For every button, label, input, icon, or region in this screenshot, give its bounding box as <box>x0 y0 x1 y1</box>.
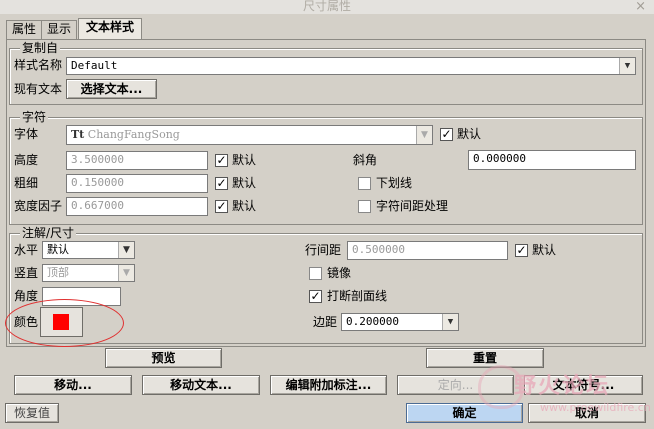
horizontal-select[interactable]: 默认 ▼ <box>42 241 135 259</box>
move-button[interactable]: 移动... <box>14 375 132 395</box>
move-text-button[interactable]: 移动文本... <box>142 375 260 395</box>
select-text-button[interactable]: 选择文本... <box>66 79 157 99</box>
mirror-checkbox[interactable] <box>309 267 322 280</box>
margin-select[interactable]: 0.200000 ▼ <box>341 313 459 331</box>
chevron-down-icon: ▼ <box>442 314 458 330</box>
line-spacing-default-label: 默认 <box>532 243 557 257</box>
existing-text-label: 现有文本 <box>14 82 63 96</box>
watermark-url: www.proewildfire.cn <box>540 401 651 414</box>
horizontal-value: 默认 <box>47 243 69 256</box>
font-select[interactable]: Tt ChangFangSong ▼ <box>66 125 433 145</box>
chevron-down-icon: ▼ <box>118 242 134 258</box>
note-title: 注解/尺寸 <box>20 226 77 240</box>
height-default-checkbox[interactable]: ✓ <box>215 154 228 167</box>
font-default-checkbox[interactable]: ✓ <box>440 128 453 141</box>
margin-label: 边距 <box>313 315 338 329</box>
break-hatch-label: 打断剖面线 <box>327 289 388 303</box>
height-label: 高度 <box>14 153 39 167</box>
thickness-input[interactable]: 0.150000 <box>66 174 208 193</box>
chars-title: 字符 <box>20 110 49 124</box>
font-type-icon: Tt <box>71 128 85 141</box>
line-spacing-label: 行间距 <box>305 243 342 257</box>
color-swatch <box>53 314 69 330</box>
style-name-label: 样式名称 <box>14 58 63 72</box>
margin-value: 0.200000 <box>346 315 399 328</box>
line-spacing-default-checkbox[interactable]: ✓ <box>515 244 528 257</box>
close-icon[interactable]: × <box>635 0 646 14</box>
width-default-label: 默认 <box>232 199 257 213</box>
vertical-value: 顶部 <box>47 266 69 279</box>
horizontal-label: 水平 <box>14 243 39 257</box>
thickness-default-checkbox[interactable]: ✓ <box>215 177 228 190</box>
vertical-select[interactable]: 顶部 ▼ <box>42 264 135 282</box>
thickness-label: 粗细 <box>14 176 39 190</box>
width-default-checkbox[interactable]: ✓ <box>215 200 228 213</box>
slant-label: 斜角 <box>353 153 378 167</box>
kerning-checkbox[interactable] <box>358 200 371 213</box>
width-factor-input[interactable]: 0.667000 <box>66 197 208 216</box>
kerning-label: 字符间距处理 <box>376 199 449 213</box>
watermark: 野火论坛 www.proewildfire.cn <box>474 363 652 425</box>
watermark-title: 野火论坛 <box>514 374 611 399</box>
slant-input[interactable]: 0.000000 <box>468 150 636 170</box>
line-spacing-input[interactable]: 0.500000 <box>347 241 508 260</box>
window-title: 尺寸属性 <box>0 0 654 14</box>
thickness-default-label: 默认 <box>232 176 257 190</box>
color-button[interactable] <box>40 307 83 337</box>
height-input[interactable]: 3.500000 <box>66 151 208 170</box>
font-default-label: 默认 <box>457 127 482 141</box>
restore-button[interactable]: 恢复值 <box>5 403 59 423</box>
chevron-down-icon: ▼ <box>619 58 635 74</box>
copy-from-title: 复制自 <box>20 41 61 55</box>
style-name-select[interactable]: Default ▼ <box>66 57 636 75</box>
chevron-down-icon: ▼ <box>416 126 432 144</box>
underline-label: 下划线 <box>376 176 413 190</box>
color-label: 颜色 <box>14 315 39 329</box>
underline-checkbox[interactable] <box>358 177 371 190</box>
edit-attach-note-button[interactable]: 编辑附加标注... <box>270 375 387 395</box>
font-value: ChangFangSong <box>87 128 180 141</box>
mirror-label: 镜像 <box>327 266 352 280</box>
tab-text-style[interactable]: 文本样式 <box>78 18 142 40</box>
width-factor-label: 宽度因子 <box>14 199 63 213</box>
chevron-down-icon: ▼ <box>118 265 134 281</box>
tab-display[interactable]: 显示 <box>41 20 77 39</box>
height-default-label: 默认 <box>232 153 257 167</box>
preview-button[interactable]: 预览 <box>105 348 222 368</box>
font-label: 字体 <box>14 127 39 141</box>
break-hatch-checkbox[interactable]: ✓ <box>309 290 322 303</box>
tab-properties[interactable]: 属性 <box>6 20 42 39</box>
style-name-value: Default <box>71 59 118 72</box>
vertical-label: 竖直 <box>14 266 39 280</box>
